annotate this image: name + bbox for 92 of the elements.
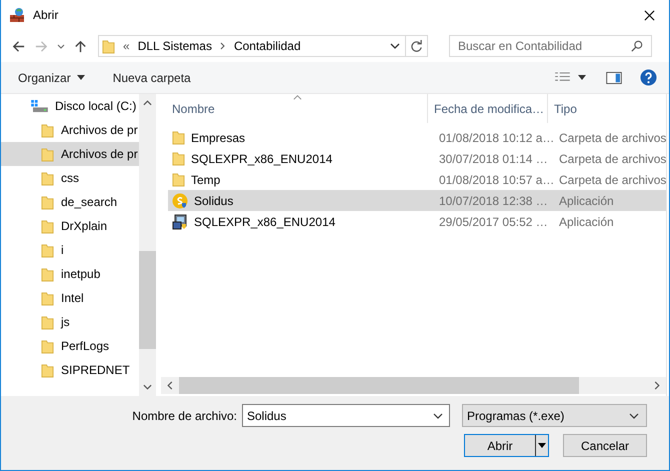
horizontal-scrollbar[interactable] <box>161 377 666 394</box>
folder-icon <box>41 146 54 162</box>
tree-item[interactable]: Disco local (C:) <box>1 94 139 118</box>
folder-icon <box>41 170 54 186</box>
close-icon[interactable] <box>644 10 655 20</box>
folder-icon <box>172 151 185 166</box>
back-arrow-icon[interactable] <box>11 38 26 54</box>
file-name: Empresas <box>191 130 246 144</box>
folder-icon <box>41 122 54 138</box>
tree-item[interactable]: Intel <box>1 286 139 310</box>
folder-icon <box>41 194 54 210</box>
chevron-icon[interactable] <box>220 42 226 50</box>
file-row[interactable]: Temp 01/08/2018 10:57 a… Carpeta de archivos <box>168 169 666 190</box>
column-header[interactable]: Nombre <box>161 94 428 123</box>
search-icon <box>631 40 643 52</box>
cancel-button[interactable]: Cancelar <box>563 434 647 457</box>
up-arrow-icon[interactable] <box>73 38 88 54</box>
installer-icon <box>172 214 188 230</box>
folder-icon <box>172 172 185 187</box>
file-row[interactable]: SQLEXPR_x86_ENU2014 29/05/2017 05:52 … Aplicación <box>168 211 666 232</box>
tree-item[interactable]: de_search <box>1 190 139 214</box>
view-options-icon[interactable] <box>555 72 570 83</box>
file-name: Solidus <box>194 194 234 208</box>
scroll-thumb[interactable] <box>179 377 579 394</box>
tree-item[interactable]: Archivos de pr <box>1 118 139 142</box>
breadcrumb-item[interactable]: Contabilidad <box>234 39 301 53</box>
overflow-chevron[interactable]: « <box>123 39 130 53</box>
scroll-right-icon[interactable] <box>654 381 660 390</box>
date-cell-text: 01/08/2018 10:12 a… <box>438 130 555 144</box>
tree-item[interactable]: inetpub <box>1 262 139 286</box>
scroll-down-icon[interactable] <box>143 384 152 390</box>
tree-item[interactable]: PerfLogs <box>1 334 139 358</box>
filename-input[interactable]: Solidus <box>247 408 433 422</box>
address-bar[interactable]: « DLL Sistemas Contabilidad <box>98 35 428 57</box>
tree-item[interactable]: DrXplain <box>1 214 139 238</box>
tree-item[interactable]: css <box>1 166 139 190</box>
folder-icon <box>41 338 54 354</box>
file-row[interactable]: Empresas 01/08/2018 10:12 a… Carpeta de archivos <box>168 127 666 148</box>
dropdown-icon[interactable] <box>629 412 639 420</box>
date-cell-text: 29/05/2017 05:52 … <box>438 214 549 228</box>
dropdown-icon[interactable] <box>433 412 443 420</box>
folder-icon <box>41 242 54 258</box>
type-cell-text: Carpeta de archivos <box>558 130 666 144</box>
drive-icon <box>31 100 48 112</box>
file-row[interactable]: SQLEXPR_x86_ENU2014 30/07/2018 01:14 … Carpeta de archivos <box>168 148 666 169</box>
date-cell-text: 10/07/2018 12:38 … <box>438 194 549 208</box>
column-header[interactable]: Tipo <box>548 94 666 123</box>
help-icon[interactable] <box>640 69 657 86</box>
type-cell-text: Carpeta de archivos <box>558 152 666 166</box>
new-folder-button[interactable]: Nueva carpeta <box>104 66 200 88</box>
vertical-scrollbar[interactable] <box>139 94 156 396</box>
file-name: SQLEXPR_x86_ENU2014 <box>191 152 332 166</box>
date-cell-text: 01/08/2018 10:57 a… <box>438 172 555 186</box>
file-name: Temp <box>191 172 220 186</box>
window-title: Abrir <box>33 8 60 22</box>
tree-item[interactable]: i <box>1 238 139 262</box>
recent-dropdown-icon[interactable] <box>57 42 65 50</box>
folder-icon <box>41 266 54 282</box>
folder-icon <box>102 38 115 54</box>
caret-icon <box>538 443 546 448</box>
view-dropdown-icon[interactable] <box>578 75 586 80</box>
app-icon <box>9 7 25 23</box>
refresh-icon[interactable] <box>410 40 423 52</box>
type-cell-text: Aplicación <box>558 214 615 228</box>
folder-icon <box>41 314 54 330</box>
filename-field[interactable]: Solidus <box>242 404 450 427</box>
dropdown-icon[interactable] <box>390 42 400 50</box>
breadcrumb-item[interactable]: DLL Sistemas <box>138 39 212 53</box>
tree-item[interactable]: js <box>1 310 139 334</box>
tree-item[interactable]: SIPREDNET <box>1 358 139 382</box>
organize-button[interactable]: Organizar <box>9 66 94 88</box>
file-row[interactable]: Solidus 10/07/2018 12:38 … Aplicación <box>168 190 666 211</box>
folder-icon <box>41 290 54 306</box>
scroll-up-icon[interactable] <box>143 100 152 106</box>
folder-icon <box>41 218 54 234</box>
preview-pane-icon[interactable] <box>606 72 622 84</box>
sort-ascending-icon <box>293 95 302 100</box>
caret-icon <box>76 75 85 80</box>
search-field[interactable]: Buscar en Contabilidad <box>449 35 652 57</box>
date-cell-text: 30/07/2018 01:14 … <box>438 152 549 166</box>
scroll-left-icon[interactable] <box>167 381 173 390</box>
folder-icon <box>41 362 54 378</box>
column-header[interactable]: Fecha de modifica… <box>428 94 548 123</box>
file-type-dropdown[interactable]: Programas (*.exe) <box>462 404 647 427</box>
type-cell-text: Aplicación <box>558 194 615 208</box>
coin-icon <box>172 192 188 208</box>
scroll-thumb[interactable] <box>139 251 156 349</box>
folder-icon <box>172 130 185 145</box>
tree-item[interactable]: Archivos de pr <box>1 142 139 166</box>
filename-label: Nombre de archivo: <box>132 408 237 422</box>
type-cell-text: Carpeta de archivos <box>558 172 666 186</box>
file-name: SQLEXPR_x86_ENU2014 <box>194 214 336 228</box>
